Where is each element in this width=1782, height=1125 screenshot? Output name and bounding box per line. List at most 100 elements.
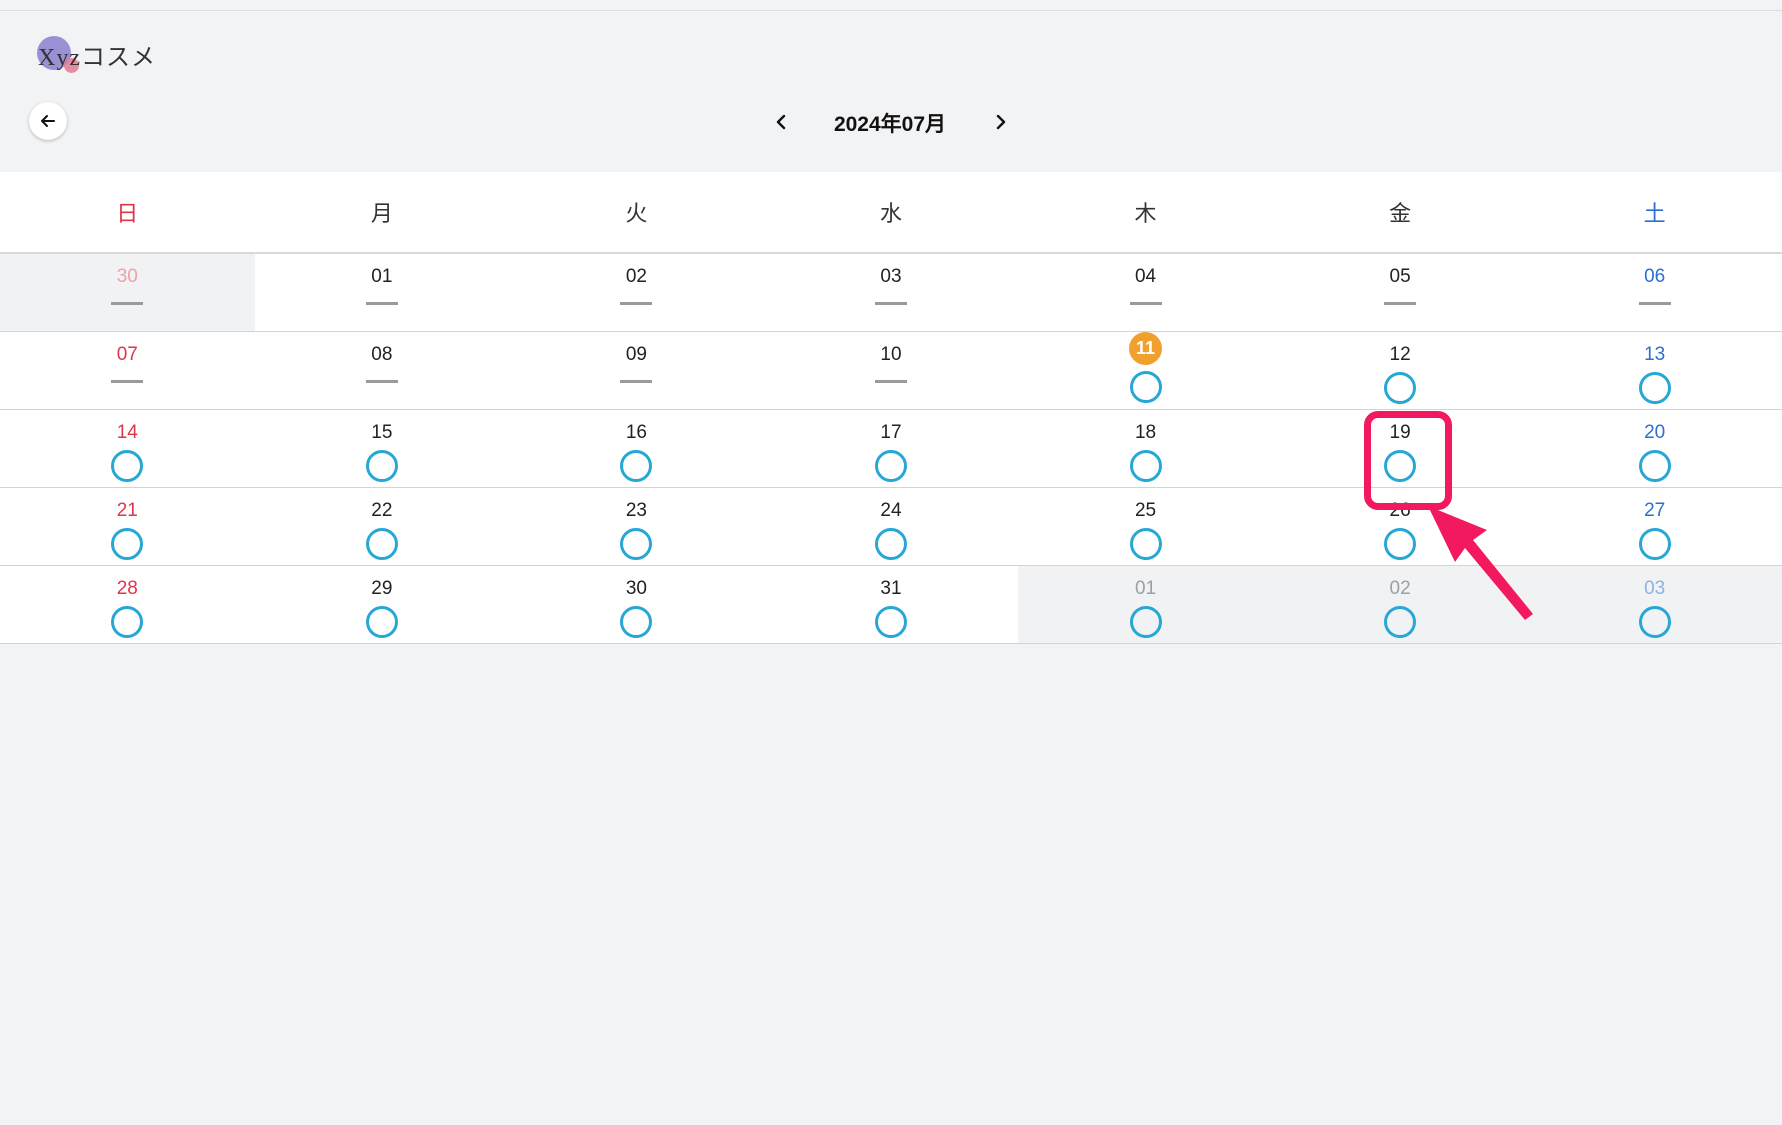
day-number: 17 xyxy=(880,422,902,443)
day-number: 24 xyxy=(880,500,902,521)
available-circle-icon xyxy=(620,606,653,638)
day-cell[interactable]: 07 xyxy=(0,332,255,409)
day-number: 16 xyxy=(625,422,647,443)
next-month-button[interactable] xyxy=(988,109,1014,135)
day-number: 05 xyxy=(1389,266,1411,287)
day-number: 12 xyxy=(1389,344,1411,365)
available-circle-icon xyxy=(1384,450,1417,482)
unavailable-dash-icon xyxy=(620,302,653,305)
available-circle-icon xyxy=(1384,606,1417,638)
unavailable-dash-icon xyxy=(1129,302,1162,305)
day-cell[interactable]: 29 xyxy=(255,566,510,643)
day-cell[interactable]: 17 xyxy=(764,410,1019,487)
day-cell[interactable]: 25 xyxy=(1018,488,1273,565)
available-circle-icon xyxy=(1129,606,1162,638)
day-number: 04 xyxy=(1134,266,1157,287)
day-cell[interactable]: 08 xyxy=(255,332,510,409)
day-number: 02 xyxy=(625,266,647,287)
day-cell[interactable]: 05 xyxy=(1273,254,1528,331)
available-circle-icon xyxy=(111,528,144,560)
weekday-wednesday: 水 xyxy=(879,201,902,226)
day-number: 29 xyxy=(371,578,393,599)
available-circle-icon xyxy=(1129,450,1162,482)
day-cell[interactable]: 23 xyxy=(509,488,764,565)
available-circle-icon xyxy=(111,450,144,482)
day-cell[interactable]: 28 xyxy=(0,566,255,643)
week-row: 28 29 30 31 01 02 03 xyxy=(0,566,1782,644)
day-cell[interactable]: 21 xyxy=(0,488,255,565)
today-badge: 11 xyxy=(1129,332,1163,365)
day-cell[interactable]: 30 xyxy=(509,566,764,643)
available-circle-icon xyxy=(365,606,398,638)
day-number: 06 xyxy=(1644,266,1666,287)
day-cell[interactable]: 14 xyxy=(0,410,255,487)
day-cell[interactable]: 27 xyxy=(1527,488,1782,565)
logo-text: Xyzコスメ xyxy=(38,44,156,71)
unavailable-dash-icon xyxy=(874,302,907,305)
unavailable-dash-icon xyxy=(1384,302,1417,305)
day-number: 08 xyxy=(371,344,393,365)
available-circle-icon xyxy=(620,528,653,560)
top-divider xyxy=(0,10,1782,11)
day-cell[interactable]: 30 xyxy=(0,254,255,331)
day-cell[interactable]: 03 xyxy=(1527,566,1782,643)
day-cell[interactable]: 01 xyxy=(255,254,510,331)
unavailable-dash-icon xyxy=(365,380,398,383)
day-cell[interactable]: 09 xyxy=(509,332,764,409)
day-cell[interactable]: 22 xyxy=(255,488,510,565)
brand-logo[interactable]: Xyzコスメ xyxy=(36,34,156,74)
day-number: 03 xyxy=(880,266,902,287)
day-number: 10 xyxy=(880,344,902,365)
unavailable-dash-icon xyxy=(111,302,144,305)
available-circle-icon xyxy=(1384,528,1417,560)
day-number: 20 xyxy=(1644,422,1666,443)
day-cell[interactable]: 02 xyxy=(509,254,764,331)
day-number: 18 xyxy=(1134,422,1157,443)
calendar: 日 月 火 水 木 金 土 30 01 02 03 04 05 06 07 08 09 10 11 12… xyxy=(0,172,1782,644)
day-number: 01 xyxy=(1134,578,1157,599)
weekday-saturday: 土 xyxy=(1643,201,1666,226)
day-cell-highlighted[interactable]: 19 xyxy=(1273,410,1528,487)
weekday-monday: 月 xyxy=(370,201,393,226)
day-cell[interactable]: 03 xyxy=(764,254,1019,331)
day-cell[interactable]: 13 xyxy=(1527,332,1782,409)
day-number: 03 xyxy=(1644,578,1666,599)
weekday-tuesday: 火 xyxy=(625,201,648,226)
week-row: 21 22 23 24 25 26 27 xyxy=(0,488,1782,566)
day-number: 22 xyxy=(371,500,393,521)
calendar-weeks: 30 01 02 03 04 05 06 07 08 09 10 11 12 13 14 15 16 17 18 19… xyxy=(0,254,1782,644)
available-circle-icon xyxy=(1129,528,1162,560)
day-cell[interactable]: 04 xyxy=(1018,254,1273,331)
day-cell[interactable]: 02 xyxy=(1272,566,1528,643)
day-cell[interactable]: 01 xyxy=(1018,566,1273,643)
day-cell[interactable]: 20 xyxy=(1527,410,1782,487)
week-row: 07 08 09 10 11 12 13 xyxy=(0,332,1782,410)
available-circle-icon xyxy=(1638,528,1671,560)
day-number: 28 xyxy=(116,578,138,599)
available-circle-icon xyxy=(1638,450,1671,482)
day-cell[interactable]: 31 xyxy=(764,566,1019,643)
unavailable-dash-icon xyxy=(874,380,907,383)
weekday-friday: 金 xyxy=(1389,201,1412,226)
day-cell[interactable]: 11 xyxy=(1018,332,1273,409)
day-cell[interactable]: 15 xyxy=(255,410,510,487)
day-cell[interactable]: 26 xyxy=(1273,488,1528,565)
day-number: 21 xyxy=(116,500,138,521)
available-circle-icon xyxy=(365,450,398,482)
day-cell[interactable]: 12 xyxy=(1273,332,1528,409)
available-circle-icon xyxy=(620,450,653,482)
day-number: 15 xyxy=(371,422,393,443)
available-circle-icon xyxy=(365,528,398,560)
available-circle-icon xyxy=(1638,372,1671,404)
day-cell[interactable]: 24 xyxy=(764,488,1019,565)
day-cell[interactable]: 16 xyxy=(509,410,764,487)
day-number: 26 xyxy=(1389,500,1411,521)
available-circle-icon xyxy=(111,606,144,638)
day-cell[interactable]: 10 xyxy=(764,332,1019,409)
day-number: 25 xyxy=(1134,500,1157,521)
day-cell[interactable]: 06 xyxy=(1527,254,1782,331)
available-circle-icon xyxy=(874,450,907,482)
day-cell[interactable]: 18 xyxy=(1018,410,1273,487)
available-circle-icon xyxy=(874,528,907,560)
unavailable-dash-icon xyxy=(111,380,144,383)
